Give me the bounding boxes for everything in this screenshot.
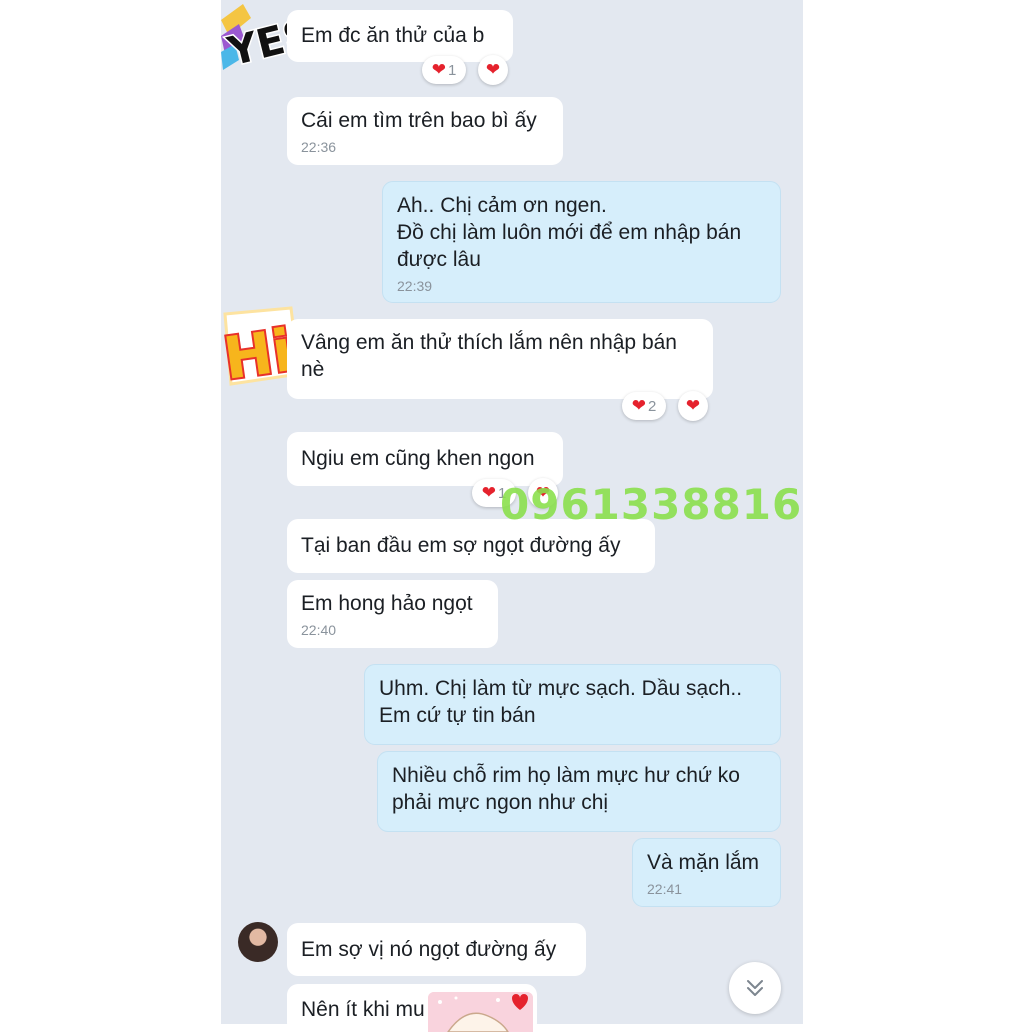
reaction-count: 2 <box>647 397 657 415</box>
message-bubble[interactable]: Ngiu em cũng khen ngon <box>287 432 563 486</box>
message-text: Em hong hảo ngọt <box>301 592 473 615</box>
message-bubble[interactable]: Vâng em ăn thử thích lắm nên nhập bán nè <box>287 319 713 399</box>
message-bubble[interactable]: Em đc ăn thử của b <box>287 10 513 62</box>
message-time: 22:41 <box>647 881 683 897</box>
message-text: Vâng em ăn thử thích lắm nên nhập bán nè <box>301 331 677 381</box>
message-text: Uhm. Chị làm từ mực sạch. Dầu sạch.. Em … <box>379 677 743 727</box>
heart-icon: ❤ <box>431 59 446 80</box>
message-text: Ngiu em cũng khen ngon <box>301 447 535 470</box>
message-bubble[interactable]: Và mặn lắm 22:41 <box>632 838 781 907</box>
phone-watermark: 0961338816 <box>500 480 803 529</box>
message-text: Và mặn lắm <box>647 851 760 874</box>
message-time: 22:40 <box>301 622 337 638</box>
message-bubble[interactable]: Uhm. Chị làm từ mực sạch. Dầu sạch.. Em … <box>364 664 781 745</box>
reaction-count-badge[interactable]: ❤ 1 <box>422 56 466 84</box>
heart-icon: ❤ <box>685 395 701 416</box>
message-text: Tại ban đầu em sợ ngọt đường ấy <box>301 534 621 557</box>
cat-sticker[interactable] <box>428 992 533 1032</box>
contact-avatar[interactable] <box>238 922 278 962</box>
message-text: Nhiều chỗ rim họ làm mực hư chứ ko phải … <box>392 764 740 814</box>
message-bubble[interactable]: Nhiều chỗ rim họ làm mực hư chứ ko phải … <box>377 751 781 832</box>
reaction-count: 1 <box>447 61 457 79</box>
message-text: Em sợ vị nó ngọt đường ấy <box>301 938 557 961</box>
message-text: Ah.. Chị cảm ơn ngen. Đồ chị làm luôn mớ… <box>397 194 742 271</box>
cat-sticker-art <box>428 992 533 1032</box>
message-bubble[interactable]: Cái em tìm trên bao bì ấy 22:36 <box>287 97 563 165</box>
reaction-count-badge[interactable]: ❤ 2 <box>622 392 666 420</box>
scroll-to-bottom-button[interactable] <box>729 962 781 1014</box>
message-bubble[interactable]: Em sợ vị nó ngọt đường ấy <box>287 923 586 976</box>
heart-icon: ❤ <box>481 482 496 503</box>
react-button[interactable]: ❤ <box>678 391 708 421</box>
message-text: Cái em tìm trên bao bì ấy <box>301 109 537 132</box>
message-time: 22:39 <box>397 278 433 294</box>
heart-icon: ❤ <box>485 59 501 80</box>
react-button[interactable]: ❤ <box>478 55 508 85</box>
message-time: 22:36 <box>301 139 337 155</box>
message-text: Em đc ăn thử của b <box>301 24 485 47</box>
message-bubble[interactable]: Ah.. Chị cảm ơn ngen. Đồ chị làm luôn mớ… <box>382 181 781 303</box>
heart-icon: ❤ <box>631 395 646 416</box>
double-chevron-down-icon <box>747 980 763 996</box>
message-bubble[interactable]: Em hong hảo ngọt 22:40 <box>287 580 498 648</box>
